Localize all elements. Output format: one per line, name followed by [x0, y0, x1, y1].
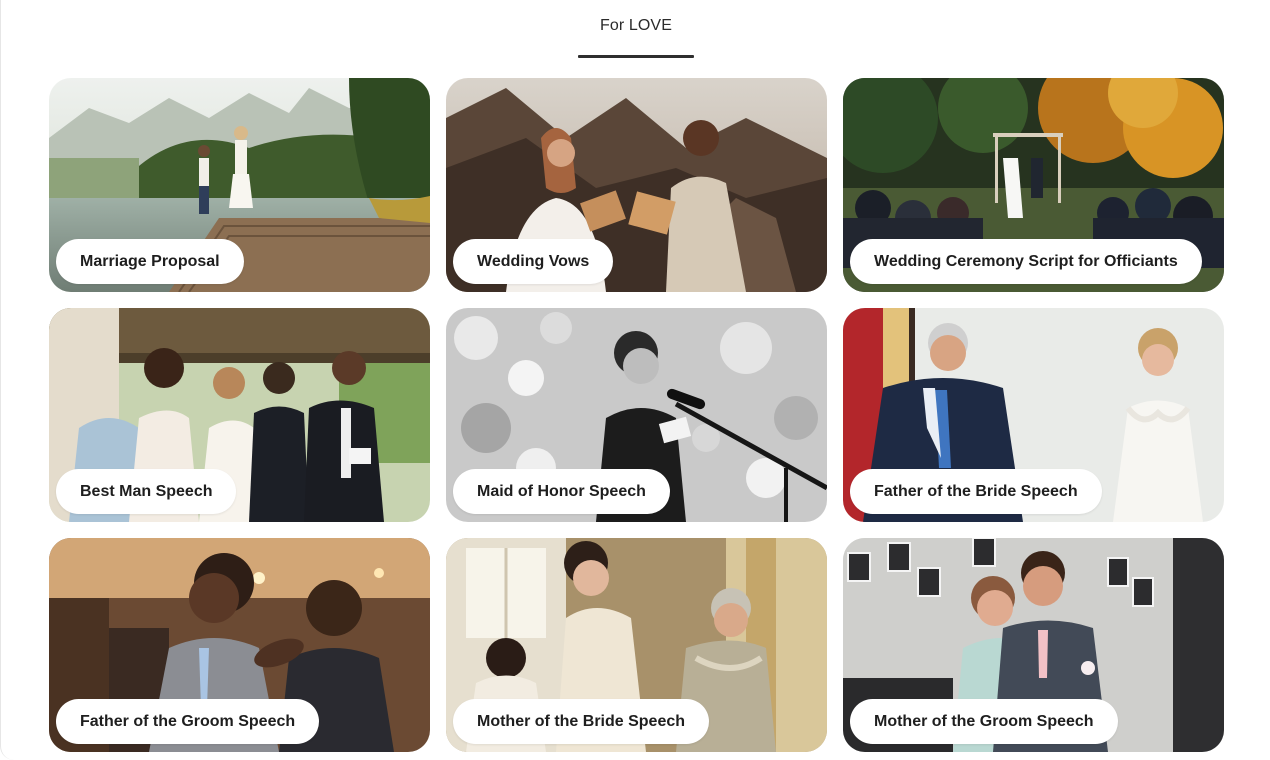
card-title-pill: Best Man Speech: [56, 469, 237, 514]
card-marriage-proposal[interactable]: Marriage Proposal: [49, 78, 430, 292]
card-title-pill: Wedding Ceremony Script for Officiants: [850, 239, 1202, 284]
card-mother-of-groom-speech[interactable]: Mother of the Groom Speech: [843, 538, 1224, 752]
card-wedding-ceremony-script[interactable]: Wedding Ceremony Script for Officiants: [843, 78, 1224, 292]
category-tabs: For LOVE: [1, 0, 1270, 58]
card-mother-of-bride-speech[interactable]: Mother of the Bride Speech: [446, 538, 827, 752]
page-frame: For LOVE Marriage Proposal Wedding Vows …: [0, 0, 1270, 760]
card-title-pill: Maid of Honor Speech: [453, 469, 670, 514]
card-title-pill: Mother of the Groom Speech: [850, 699, 1118, 744]
card-title-pill: Father of the Bride Speech: [850, 469, 1102, 514]
card-title-pill: Marriage Proposal: [56, 239, 244, 284]
card-best-man-speech[interactable]: Best Man Speech: [49, 308, 430, 522]
card-wedding-vows[interactable]: Wedding Vows: [446, 78, 827, 292]
speech-card-grid: Marriage Proposal Wedding Vows Wedding C…: [49, 78, 1224, 752]
tab-label: For LOVE: [600, 17, 672, 34]
tab-for-love[interactable]: For LOVE: [578, 0, 694, 58]
active-tab-indicator: [578, 55, 694, 58]
card-father-of-groom-speech[interactable]: Father of the Groom Speech: [49, 538, 430, 752]
card-father-of-bride-speech[interactable]: Father of the Bride Speech: [843, 308, 1224, 522]
card-title-pill: Mother of the Bride Speech: [453, 699, 710, 744]
card-title-pill: Father of the Groom Speech: [56, 699, 320, 744]
card-maid-of-honor-speech[interactable]: Maid of Honor Speech: [446, 308, 827, 522]
card-title-pill: Wedding Vows: [453, 239, 614, 284]
